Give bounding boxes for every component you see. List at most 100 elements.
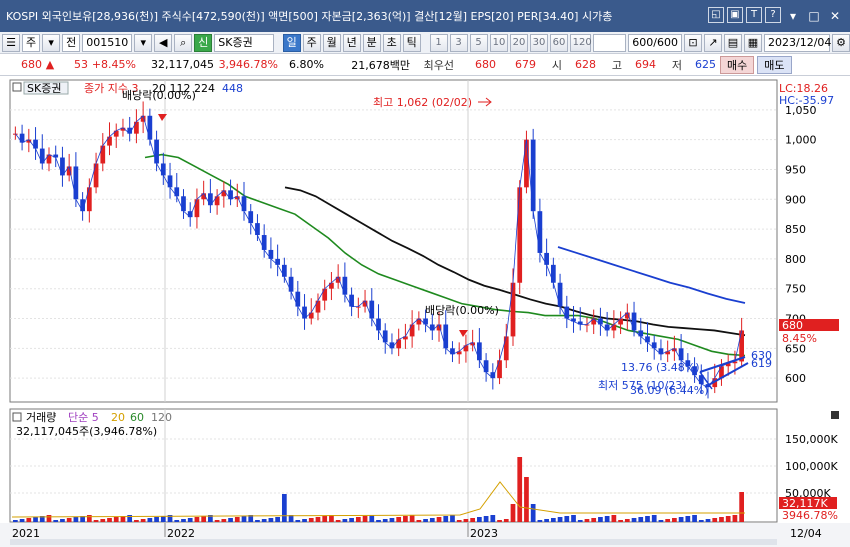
volume-bar [719, 517, 724, 522]
trend-icon[interactable]: ↗ [704, 33, 722, 52]
open-label: 시 [551, 58, 562, 72]
volume-bar [524, 477, 529, 522]
interval-20[interactable]: 20 [509, 33, 528, 52]
interval-custom-input[interactable] [593, 33, 627, 52]
sell-button[interactable]: 매도 [757, 55, 792, 74]
period-year[interactable]: 년 [342, 33, 361, 52]
calendar-icon[interactable]: ▦ [744, 33, 762, 52]
current-price-tag-text: 680 [782, 319, 803, 332]
window-title: KOSPI 외국인보유[28,936(천)] 주식수[472,590(천)] 액… [6, 10, 613, 23]
volume-bar [517, 457, 523, 522]
interval-30[interactable]: 30 [529, 33, 548, 52]
volume-bar [308, 518, 314, 522]
text-icon[interactable]: T [746, 7, 762, 23]
volume-bar [618, 520, 623, 522]
candle-body [167, 175, 173, 188]
volume-bar [571, 515, 576, 522]
interval-3[interactable]: 3 [449, 33, 468, 52]
title-bar: KOSPI 외국인보유[28,936(천)] 주식수[472,590(천)] 액… [0, 0, 850, 32]
speaker-icon[interactable]: ◀ [154, 33, 173, 52]
maximize-icon[interactable]: □ [805, 7, 823, 25]
candle-body [46, 154, 52, 164]
period-minute[interactable]: 분 [362, 33, 381, 52]
volume-bar [107, 518, 112, 522]
volume-bar [483, 516, 489, 522]
chart-area[interactable]: 6006507007508008509009501,0001,050 SK증권 … [0, 77, 850, 547]
volume-bar [86, 515, 92, 522]
volume-ratio: 3,946.78% [218, 58, 278, 71]
volume-bar [214, 520, 220, 522]
candle-body [19, 133, 25, 143]
x-label-2023: 2023 [470, 527, 498, 540]
interval-120[interactable]: 120 [569, 33, 592, 52]
candle-body [389, 342, 395, 349]
volume-bar [66, 518, 72, 522]
candle-body [477, 342, 482, 361]
volume-bar [651, 515, 657, 522]
search-icon[interactable]: ⌕ [174, 33, 193, 52]
trade-amount: 21,678백만 [351, 58, 410, 72]
volume-bar [725, 516, 731, 522]
candle-body [591, 318, 597, 325]
candle-body [315, 300, 321, 313]
candle-body [329, 282, 334, 289]
code-dropdown-icon[interactable]: ▾ [134, 33, 153, 52]
gain-annotation-2: 36.09 (6.44%) [630, 384, 709, 397]
buy-button[interactable]: 매수 [720, 55, 755, 74]
volume-bar [389, 518, 395, 522]
settings-icon[interactable]: ⚙ [832, 33, 850, 52]
interval-5[interactable]: 5 [469, 33, 488, 52]
interval-1[interactable]: 1 [429, 33, 448, 52]
save-icon[interactable]: ▤ [724, 33, 742, 52]
chart-type-icon[interactable]: ⊡ [684, 33, 702, 52]
candle-body [618, 318, 623, 325]
period-month[interactable]: 월 [322, 33, 341, 52]
volume-bar [624, 519, 630, 522]
stock-code-input[interactable]: 001510 [82, 33, 133, 52]
candle-body [544, 252, 549, 265]
volume-bar [228, 518, 233, 522]
help-icon[interactable]: ? [765, 7, 781, 23]
volume-bar [698, 520, 704, 522]
candle-body [483, 360, 489, 373]
period-tick[interactable]: 틱 [402, 33, 421, 52]
grid-icon[interactable]: ▣ [727, 7, 743, 23]
candle-body [503, 336, 509, 361]
price-change: 53 [74, 58, 88, 71]
interval-10[interactable]: 10 [489, 33, 508, 52]
volume-panel-close-icon[interactable] [831, 411, 839, 419]
period-week[interactable]: 주 [302, 33, 321, 52]
date-input[interactable]: 2023/12/04 [764, 33, 831, 52]
volume-bar [160, 516, 166, 522]
horizontal-scrollbar[interactable] [10, 539, 777, 545]
period-day[interactable]: 일 [282, 33, 301, 52]
volume-bar [611, 515, 617, 522]
price-change-pct: +8.45% [91, 58, 136, 71]
x-label-2021: 2021 [12, 527, 40, 540]
volume-bar [685, 516, 691, 522]
prev-button[interactable]: 전 [62, 33, 81, 52]
market-dropdown-icon[interactable]: ▾ [42, 33, 61, 52]
layout-icon[interactable]: ◱ [708, 7, 724, 23]
bar-count-input[interactable]: 600/600 [628, 33, 682, 52]
period-second[interactable]: 초 [382, 33, 401, 52]
volume-bar [93, 520, 99, 522]
gain-annotation-1: 13.76 (3.48%) [621, 361, 700, 374]
candle-body [510, 282, 516, 337]
volume-bar [221, 519, 227, 522]
stock-chart[interactable]: 6006507007508008509009501,0001,050 SK증권 … [0, 77, 850, 547]
candle-body [638, 330, 644, 337]
menu-icon[interactable]: ☰ [2, 33, 20, 52]
dropdown-icon[interactable]: ▾ [784, 7, 802, 25]
interval-60[interactable]: 60 [549, 33, 568, 52]
volume-bar [557, 517, 563, 522]
close-icon[interactable]: ✕ [826, 7, 844, 25]
volume-bar [342, 519, 348, 522]
level-annotation-2: 619 [751, 357, 772, 370]
market-select[interactable]: 주 [22, 33, 41, 52]
candle-body [86, 187, 92, 212]
volume-bar [194, 517, 200, 522]
candle-body [261, 235, 267, 250]
volume-bar [510, 504, 516, 522]
volume-bar [33, 517, 38, 522]
